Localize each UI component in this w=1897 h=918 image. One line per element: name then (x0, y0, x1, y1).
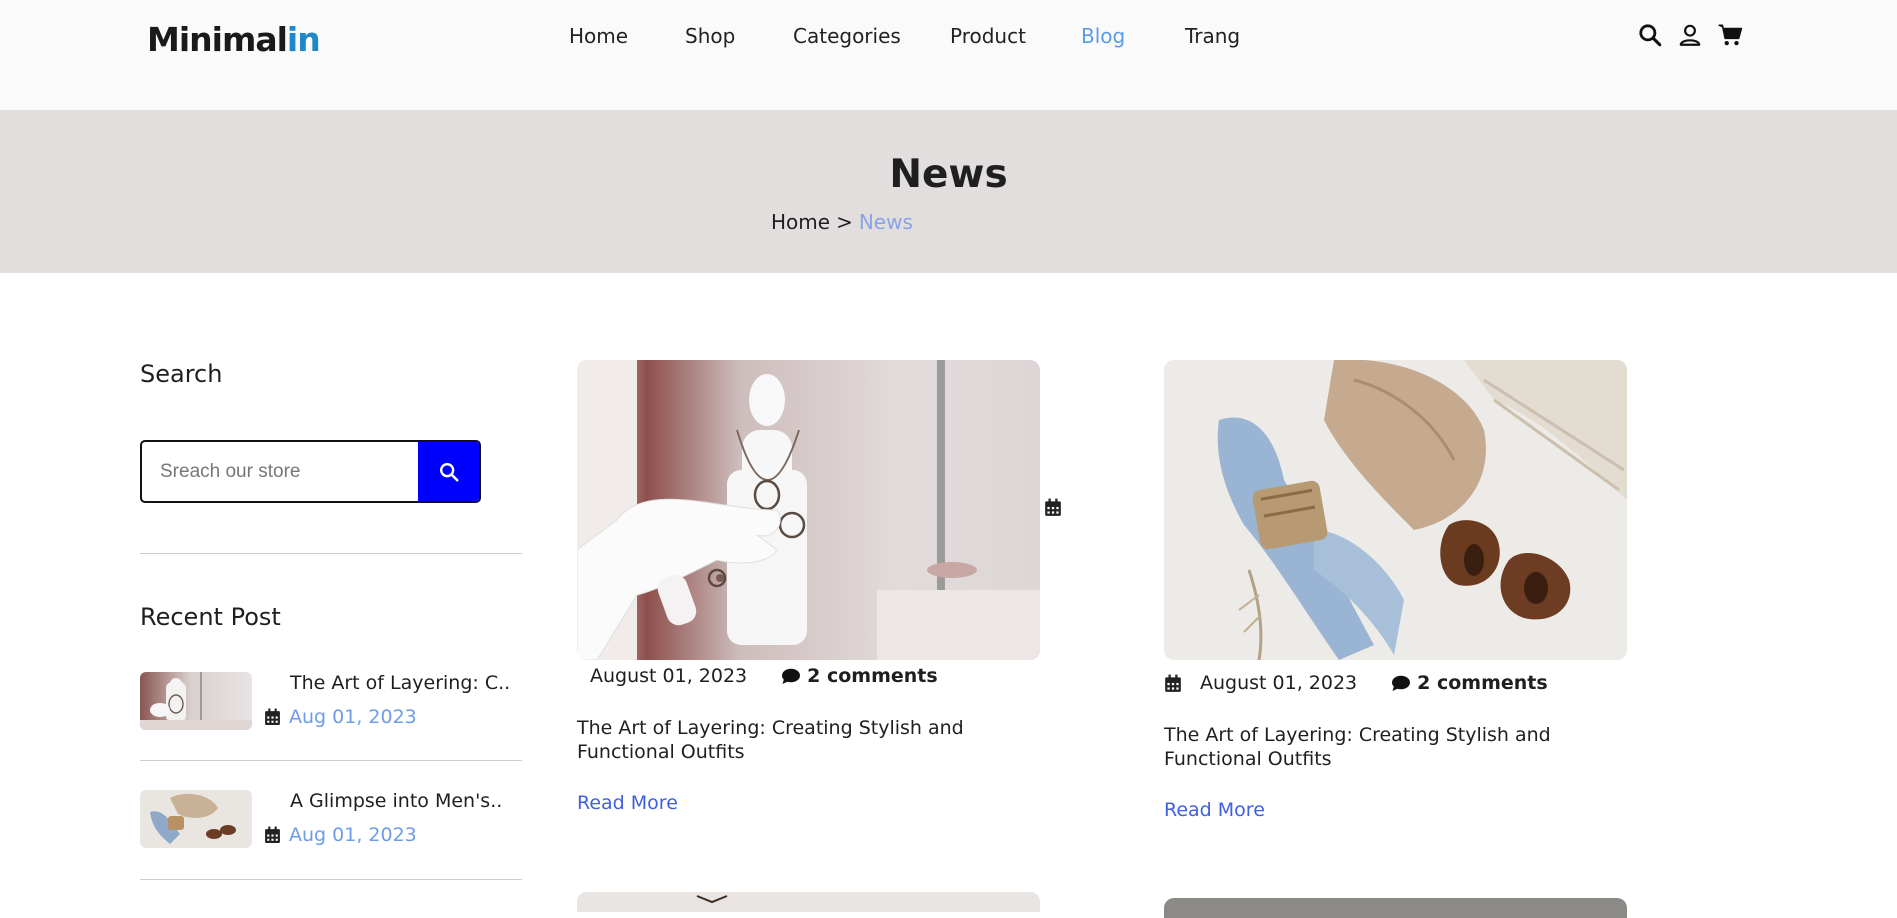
breadcrumb-home-link[interactable]: Home (771, 210, 830, 234)
recent-post-date: Aug 01, 2023 (264, 706, 417, 728)
post-comments-text: 2 comments (1417, 672, 1548, 694)
post-date: August 01, 2023 (590, 665, 748, 687)
nav-shop[interactable]: Shop (685, 24, 735, 48)
recent-post-item[interactable]: A Glimpse into Men's.. Aug 01, 2023 (140, 790, 522, 850)
site-header: Minimalin Home Shop Categories Product B… (0, 0, 1897, 110)
recent-post-divider (140, 879, 522, 880)
post-date: August 01, 2023 (1200, 672, 1358, 694)
post-image[interactable] (577, 892, 1040, 912)
read-more-link[interactable]: Read More (1164, 799, 1265, 821)
calendar-icon (1164, 674, 1182, 693)
main-nav: Home Shop Categories Product Blog Trang (0, 24, 1897, 52)
nav-product[interactable]: Product (950, 24, 1026, 48)
post-image[interactable] (1164, 360, 1627, 660)
nav-blog[interactable]: Blog (1081, 24, 1125, 48)
post-image[interactable] (577, 360, 1040, 660)
breadcrumb-separator: > (836, 210, 853, 234)
post-comments[interactable]: 2 comments (781, 665, 938, 687)
recent-post-date-text: Aug 01, 2023 (289, 824, 417, 846)
post-meta: August 01, 2023 2 comments (1164, 672, 1548, 694)
sidebar-divider (140, 553, 522, 554)
read-more-link[interactable]: Read More (577, 792, 678, 814)
search-input[interactable] (142, 442, 420, 501)
recent-post-title[interactable]: A Glimpse into Men's.. (290, 790, 502, 812)
cart-icon[interactable] (1717, 22, 1743, 48)
post-title[interactable]: The Art of Layering: Creating Stylish an… (577, 716, 1047, 764)
recent-post-title[interactable]: The Art of Layering: C.. (290, 672, 510, 694)
post-meta: August 01, 2023 2 comments (590, 665, 938, 687)
page-banner: News Home > News (0, 110, 1897, 273)
post-comments[interactable]: 2 comments (1391, 672, 1548, 694)
recent-post-date: Aug 01, 2023 (264, 824, 417, 846)
recent-post-thumbnail[interactable] (140, 672, 252, 730)
user-icon[interactable] (1677, 22, 1703, 48)
breadcrumb-current: News (858, 210, 913, 234)
page-title: News (889, 152, 1008, 197)
calendar-icon (264, 826, 281, 844)
breadcrumb: Home > News (771, 210, 913, 234)
search-form (140, 440, 481, 503)
recent-post-item[interactable]: The Art of Layering: C.. Aug 01, 2023 (140, 672, 522, 732)
search-heading: Search (140, 360, 223, 388)
post-title[interactable]: The Art of Layering: Creating Stylish an… (1164, 723, 1564, 771)
nav-home[interactable]: Home (569, 24, 628, 48)
post-comments-text: 2 comments (807, 665, 938, 687)
recent-post-thumbnail[interactable] (140, 790, 252, 848)
search-icon[interactable] (1637, 22, 1663, 48)
recent-post-date-text: Aug 01, 2023 (289, 706, 417, 728)
nav-categories[interactable]: Categories (793, 24, 901, 48)
calendar-icon (264, 708, 281, 726)
search-button-icon (439, 462, 459, 482)
calendar-icon (1044, 498, 1062, 517)
recent-post-heading: Recent Post (140, 603, 281, 631)
search-button[interactable] (418, 442, 479, 501)
comment-icon (1391, 675, 1411, 692)
comment-icon (781, 668, 801, 685)
recent-post-divider (140, 760, 522, 761)
post-image[interactable] (1164, 898, 1627, 918)
nav-trang[interactable]: Trang (1185, 24, 1240, 48)
